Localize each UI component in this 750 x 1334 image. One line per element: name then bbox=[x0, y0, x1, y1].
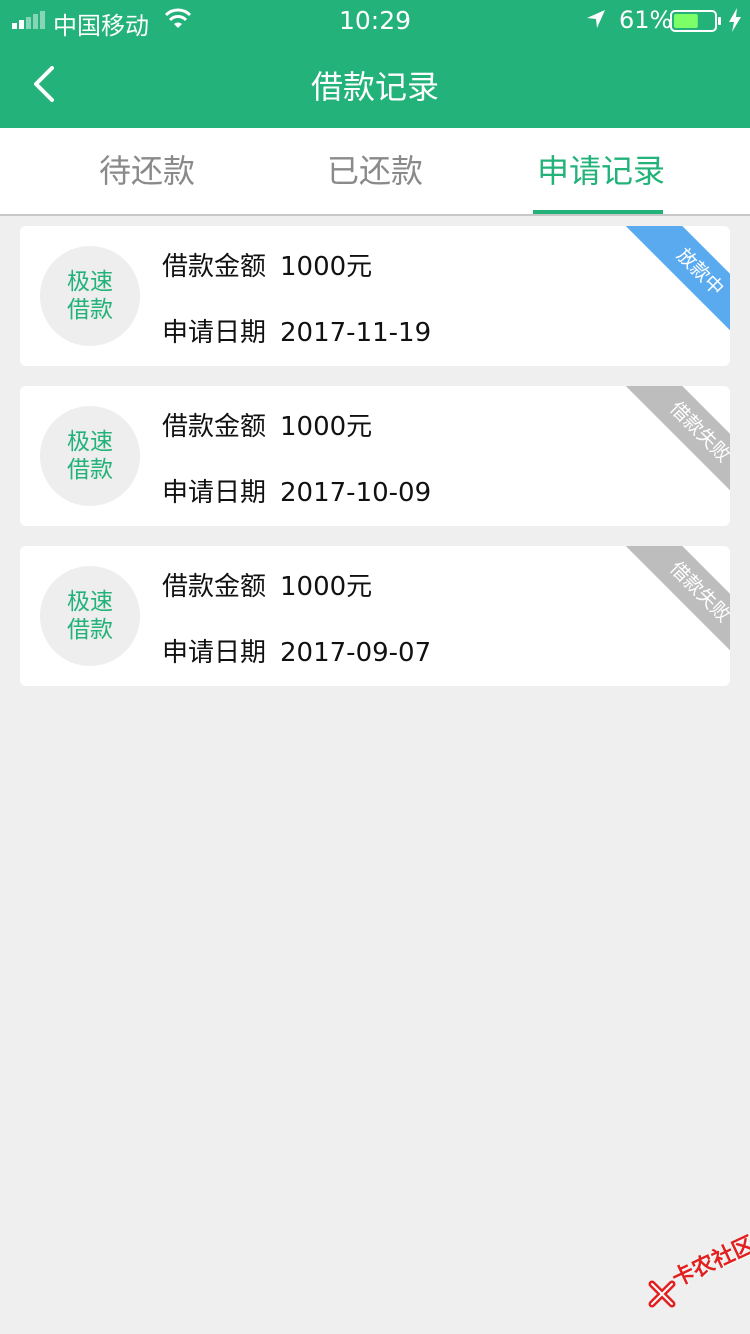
status-ribbon-label: 借款失败 bbox=[625, 546, 730, 666]
app-header: 中国移动 10:29 61% 借款记录 bbox=[0, 0, 750, 128]
amount-row: 借款金额 1000元 bbox=[162, 246, 372, 283]
status-ribbon: 放款中 bbox=[610, 226, 730, 346]
record-card[interactable]: 极速 借款 借款金额 1000元 申请日期 2017-09-07 借款失败 bbox=[20, 546, 730, 686]
tab-repaid[interactable]: 已还款 bbox=[250, 128, 500, 214]
status-ribbon-label: 借款失败 bbox=[625, 386, 730, 506]
status-ribbon: 借款失败 bbox=[610, 386, 730, 506]
tab-application-records[interactable]: 申请记录 bbox=[476, 128, 726, 214]
tab-bar: 待还款 已还款 申请记录 bbox=[0, 128, 750, 216]
date-row: 申请日期 2017-11-19 bbox=[162, 312, 431, 349]
status-bar: 中国移动 10:29 61% bbox=[0, 0, 750, 40]
badge-line: 极速 bbox=[67, 589, 113, 615]
date-row: 申请日期 2017-09-07 bbox=[162, 632, 431, 669]
amount-label: 借款金额 bbox=[162, 572, 267, 602]
date-value: 2017-10-09 bbox=[280, 478, 432, 508]
badge-line: 极速 bbox=[67, 269, 113, 295]
tab-pending-repayment[interactable]: 待还款 bbox=[22, 128, 272, 214]
nav-bar: 借款记录 bbox=[0, 40, 750, 128]
product-badge: 极速 借款 bbox=[40, 246, 140, 346]
watermark-logo-icon bbox=[648, 1280, 676, 1308]
amount-value: 1000元 bbox=[280, 252, 373, 282]
date-row: 申请日期 2017-10-09 bbox=[162, 472, 431, 509]
badge-line: 借款 bbox=[67, 617, 113, 643]
badge-line: 借款 bbox=[67, 457, 113, 483]
battery-icon bbox=[670, 10, 721, 32]
date-value: 2017-11-19 bbox=[280, 318, 432, 348]
charging-bolt-icon bbox=[729, 8, 741, 32]
amount-label: 借款金额 bbox=[162, 412, 267, 442]
date-value: 2017-09-07 bbox=[280, 638, 432, 668]
status-ribbon: 借款失败 bbox=[610, 546, 730, 666]
location-arrow-icon bbox=[587, 10, 605, 28]
amount-label: 借款金额 bbox=[162, 252, 267, 282]
product-badge: 极速 借款 bbox=[40, 566, 140, 666]
badge-line: 借款 bbox=[67, 297, 113, 323]
status-ribbon-label: 放款中 bbox=[625, 226, 730, 346]
watermark-text: 卡农社区 bbox=[668, 1232, 750, 1293]
page-title: 借款记录 bbox=[310, 68, 439, 106]
badge-line: 极速 bbox=[67, 429, 113, 455]
battery-percent: 61% bbox=[619, 6, 673, 34]
amount-row: 借款金额 1000元 bbox=[162, 566, 372, 603]
watermark: 卡农社区 bbox=[648, 1232, 750, 1310]
record-card[interactable]: 极速 借款 借款金额 1000元 申请日期 2017-10-09 借款失败 bbox=[20, 386, 730, 526]
product-badge: 极速 借款 bbox=[40, 406, 140, 506]
amount-value: 1000元 bbox=[280, 412, 373, 442]
date-label: 申请日期 bbox=[162, 478, 267, 508]
active-tab-indicator bbox=[533, 210, 663, 214]
date-label: 申请日期 bbox=[162, 638, 267, 668]
record-card[interactable]: 极速 借款 借款金额 1000元 申请日期 2017-11-19 放款中 bbox=[20, 226, 730, 366]
amount-row: 借款金额 1000元 bbox=[162, 406, 372, 443]
amount-value: 1000元 bbox=[280, 572, 373, 602]
date-label: 申请日期 bbox=[162, 318, 267, 348]
